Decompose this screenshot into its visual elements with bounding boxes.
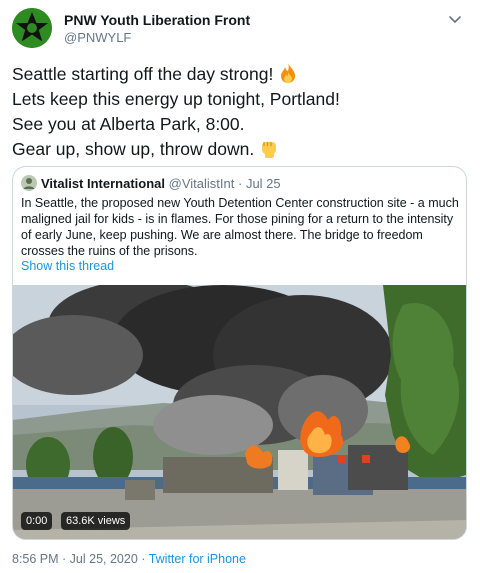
tweet-meta: 8:56 PM · Jul 25, 2020 · Twitter for iPh… xyxy=(12,551,246,567)
quoted-handle[interactable]: @VitalistInt xyxy=(169,176,235,191)
show-thread-link[interactable]: Show this thread xyxy=(21,258,114,274)
tweet-line-text: Seattle starting off the day strong! xyxy=(12,64,274,84)
tweet-body: Seattle starting off the day strong! Let… xyxy=(12,62,468,162)
tweet-card: PNW Youth Liberation Front @PNWYLF Seatt… xyxy=(0,0,480,573)
tweet-line: Lets keep this energy up tonight, Portla… xyxy=(12,89,340,109)
tweet-timestamp[interactable]: 8:56 PM · Jul 25, 2020 xyxy=(12,552,138,566)
tweet-line-text: Gear up, show up, throw down. xyxy=(12,139,255,159)
author-handle[interactable]: @PNWYLF xyxy=(64,29,250,47)
video-time-badge: 0:00 xyxy=(21,512,53,530)
meta-separator: · xyxy=(141,552,146,566)
avatar-icon xyxy=(21,175,37,191)
quoted-author-avatar[interactable] xyxy=(21,175,37,191)
quoted-tweet[interactable]: Vitalist International @VitalistInt · Ju… xyxy=(12,166,467,540)
author-display-name[interactable]: PNW Youth Liberation Front xyxy=(64,11,250,29)
quoted-tweet-header: Vitalist International @VitalistInt · Ju… xyxy=(21,175,281,193)
tweet-line: See you at Alberta Park, 8:00. xyxy=(12,114,245,134)
quoted-separator: · xyxy=(237,176,243,191)
quoted-tweet-text: In Seattle, the proposed new Youth Deten… xyxy=(21,196,459,258)
author-names: PNW Youth Liberation Front @PNWYLF xyxy=(64,11,250,47)
quoted-display-name[interactable]: Vitalist International xyxy=(41,176,165,191)
quoted-date[interactable]: Jul 25 xyxy=(246,176,281,191)
video-player[interactable]: 0:00 63.6K views xyxy=(13,285,466,539)
video-views-badge: 63.6K views xyxy=(61,512,131,530)
star-logo-icon xyxy=(12,8,52,48)
tweet-source-link[interactable]: Twitter for iPhone xyxy=(149,552,246,566)
fire-emoji-icon xyxy=(281,63,296,83)
tweet-header: PNW Youth Liberation Front @PNWYLF xyxy=(12,8,468,52)
tweet-line: Gear up, show up, throw down. xyxy=(12,137,468,162)
raised-fist-emoji-icon xyxy=(262,142,277,158)
author-avatar[interactable] xyxy=(12,8,52,48)
video-thumbnail xyxy=(13,285,466,539)
tweet-line: Seattle starting off the day strong! xyxy=(12,62,468,87)
chevron-down-icon[interactable] xyxy=(446,10,464,28)
